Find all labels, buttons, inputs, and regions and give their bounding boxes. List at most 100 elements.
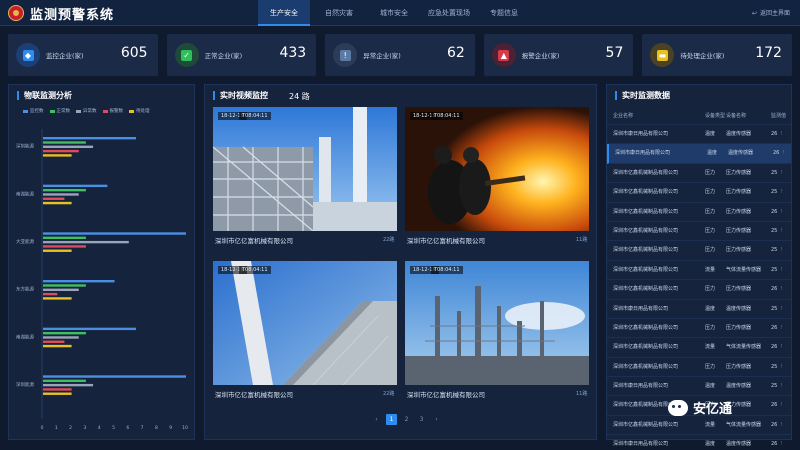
pager-prev-button[interactable]: ‹ <box>371 414 382 425</box>
table-row[interactable]: 深圳市康日用品有限公司 温度 温度传感器 26! <box>607 144 791 164</box>
nav-tab-natural-disaster[interactable]: 自然灾害 <box>313 0 365 26</box>
x-tick-label: 3 <box>83 425 86 431</box>
table-cell-value: 26! <box>771 203 782 222</box>
nav-tab-emergency-scene[interactable]: 应急处置现场 <box>423 0 475 26</box>
stat-label: 异常企业(家) <box>363 52 401 60</box>
camera-image-fire <box>405 107 589 231</box>
bar-3-2[interactable] <box>43 193 79 196</box>
bar-5-6[interactable] <box>43 392 72 395</box>
table-row[interactable]: 深圳市亿鑫机械制品有限公司 流量 气体流量传感器 26! <box>607 416 791 436</box>
bar-1-2[interactable] <box>43 184 108 188</box>
bar-4-4[interactable] <box>43 292 58 296</box>
pager-next-button[interactable]: › <box>431 414 442 425</box>
warning-icon: ! <box>780 227 783 234</box>
bar-4-2[interactable] <box>43 197 65 200</box>
pending-icon: ▬ <box>650 43 675 67</box>
table-row[interactable]: 深圳市康日用品有限公司 温度 温度传感器 25! <box>607 300 791 319</box>
table-row[interactable]: 深圳市亿鑫机械制品有限公司 压力 压力传感器 25! <box>607 241 791 261</box>
legend-swatch <box>129 109 134 113</box>
bar-4-3[interactable] <box>43 245 86 248</box>
bar-1-5[interactable] <box>43 327 136 331</box>
camera-feed-2[interactable]: 18-12-19 T08:04:11 <box>405 107 589 231</box>
bar-2-4[interactable] <box>43 284 86 287</box>
bar-4-1[interactable] <box>43 149 79 153</box>
bar-2-1[interactable] <box>43 141 86 144</box>
nav-tab-topic-info[interactable]: 专题信息 <box>478 0 530 26</box>
pager-page-3[interactable]: 3 <box>416 414 427 425</box>
table-row[interactable]: 深圳市康日用品有限公司 温度 温度传感器 26! <box>607 125 791 145</box>
table-row[interactable]: 深圳市亿鑫机械制品有限公司 压力 压力传感器 25! <box>607 222 791 242</box>
camera-time: T08:04:11 <box>431 266 463 274</box>
bar-3-6[interactable] <box>43 383 94 387</box>
table-cell-type: 压力 <box>705 208 716 215</box>
wechat-watermark: 安亿通 <box>668 398 732 417</box>
bar-2-6[interactable] <box>43 379 86 383</box>
stat-card-abnormal[interactable]: ! 异常企业(家) 62 <box>325 34 475 76</box>
warning-icon: ! <box>780 189 783 196</box>
bar-2-5[interactable] <box>43 331 86 335</box>
bar-2-2[interactable] <box>43 188 86 192</box>
x-tick-label: 9 <box>169 425 172 431</box>
table-row[interactable]: 深圳市亿鑫机械制品有限公司 压力 压力传感器 25! <box>607 358 791 378</box>
monitor-value: 25 <box>771 189 778 196</box>
camera-channel: 22路 <box>383 237 395 243</box>
table-row[interactable]: 深圳市亿鑫机械制品有限公司 压力 压力传感器 26! <box>607 280 791 300</box>
table-row[interactable]: 深圳市亿鑫机械制品有限公司 流量 气体流量传感器 25! <box>607 261 791 281</box>
table-cell-device: 温度传感器 <box>726 131 752 137</box>
camera-feed-4[interactable]: 18-12-19 T08:04:11 <box>405 261 589 385</box>
table-row[interactable]: 深圳市亿鑫机械制品有限公司 压力 压力传感器 25! <box>607 164 791 184</box>
bar-5-1[interactable] <box>43 154 72 157</box>
table-row[interactable]: 深圳市康日用品有限公司 温度 温度传感器 26! <box>607 435 791 450</box>
bar-1-3[interactable] <box>43 232 186 235</box>
monitor-value: 26 <box>771 208 778 215</box>
camera-feed-1[interactable]: 18-12-19 T08:04:11 <box>213 107 397 231</box>
nav-tab-production-safety[interactable]: 生产安全 <box>258 0 310 26</box>
table-row[interactable]: 深圳市亿鑫机械制品有限公司 压力 压力传感器 26! <box>607 203 791 222</box>
stat-card-normal[interactable]: ✓ 正常企业(家) 433 <box>166 34 317 76</box>
bar-5-4[interactable] <box>43 297 72 300</box>
emblem-icon <box>8 5 24 21</box>
monitor-value: 26 <box>771 402 778 409</box>
nav-tab-city-safety[interactable]: 城市安全 <box>368 0 420 26</box>
category-label: 大亚能源 <box>16 238 34 245</box>
table-cell-type: 压力 <box>705 227 716 234</box>
bar-1-6[interactable] <box>43 375 186 378</box>
table-cell-name: 深圳市亿鑫机械制品有限公司 <box>613 227 679 234</box>
bar-3-3[interactable] <box>43 240 129 244</box>
bar-4-5[interactable] <box>43 340 65 343</box>
legend-item: 正常数 <box>49 108 70 114</box>
table-row[interactable]: 深圳市亿鑫机械制品有限公司 压力 压力传感器 26! <box>607 319 791 339</box>
realtime-data-panel: 实时监测数据 企业名称 设备类型 设备名称 监测值 深圳市康日用品有限公司 温度温… <box>606 84 792 447</box>
table-cell-value: 26! <box>771 280 782 299</box>
stat-card-pending[interactable]: ▬ 待处理企业(家) 172 <box>642 34 792 76</box>
bar-2-3[interactable] <box>43 236 86 240</box>
bar-3-5[interactable] <box>43 336 79 339</box>
table-cell-type: 压力 <box>705 324 716 331</box>
bar-3-1[interactable] <box>43 145 94 148</box>
pager-page-2[interactable]: 2 <box>401 414 412 425</box>
bar-1-4[interactable] <box>43 280 115 283</box>
camera-name: 深圳市亿亿富机械有限公司 <box>215 391 293 399</box>
table-cell-device: 温度传感器 <box>726 305 752 312</box>
legend-swatch <box>76 109 81 113</box>
bar-5-3[interactable] <box>43 249 72 252</box>
bar-3-4[interactable] <box>43 288 79 291</box>
table-row[interactable]: 深圳市亿鑫机械制品有限公司 流量 气体流量传感器 26! <box>607 338 791 358</box>
camera-feed-3[interactable]: 18-12-19 T08:04:11 <box>213 261 397 385</box>
bar-5-2[interactable] <box>43 201 72 205</box>
bar-4-6[interactable] <box>43 388 72 391</box>
warning-icon: ! <box>780 363 783 370</box>
back-to-main-link[interactable]: ↩ 返回主界面 <box>752 8 790 17</box>
pager-page-1[interactable]: 1 <box>386 414 397 425</box>
bar-5-5[interactable] <box>43 344 72 348</box>
table-cell-device: 气体流量传感器 <box>726 421 762 428</box>
bar-1-1[interactable] <box>43 137 136 140</box>
column-header: 设备名称 <box>726 113 747 119</box>
table-cell-type: 流量 <box>705 266 716 273</box>
table-row[interactable]: 深圳市康日用品有限公司 温度 温度传感器 25! <box>607 377 791 397</box>
table-cell-type: 温度 <box>705 305 716 312</box>
stat-card-alarm[interactable]: ▲ 报警企业(家) 57 <box>483 34 634 76</box>
stat-card-monitored[interactable]: ◆ 监控企业(家) 605 <box>8 34 158 76</box>
video-monitor-panel: 实时视频监控 24 路 18-12-19 T08:04:11 深圳市亿亿富机械有… <box>204 84 597 440</box>
table-row[interactable]: 深圳市亿鑫机械制品有限公司 压力 压力传感器 25! <box>607 183 791 203</box>
